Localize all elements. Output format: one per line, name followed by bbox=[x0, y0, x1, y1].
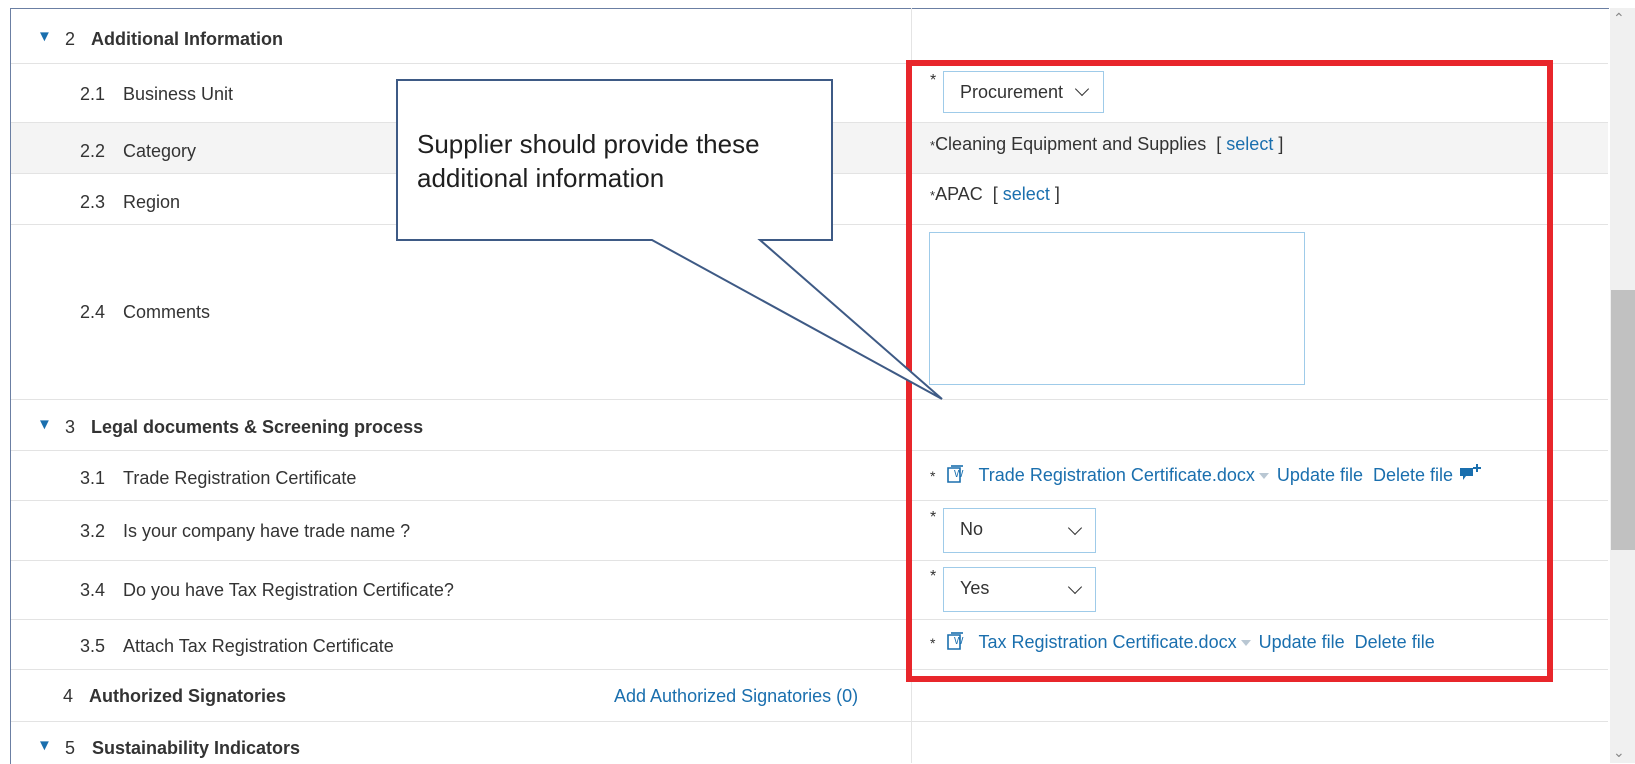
callout-line: Supplier should provide these bbox=[417, 129, 760, 159]
callout-text: Supplier should provide these additional… bbox=[417, 127, 760, 195]
callout-line: additional information bbox=[417, 163, 665, 193]
callout-bubble bbox=[396, 79, 943, 400]
